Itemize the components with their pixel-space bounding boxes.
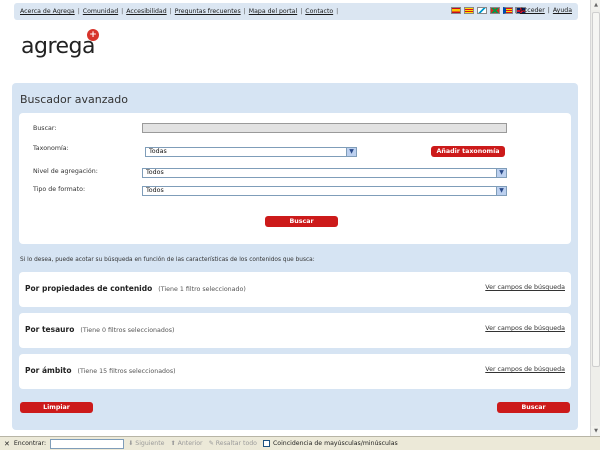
match-case-checkbox[interactable] [262, 440, 270, 447]
bottom-search-button[interactable]: Buscar [497, 402, 570, 413]
filter-title: Por ámbito (Tiene 15 filtros seleccionado… [25, 366, 176, 375]
search-form: Buscar: Taxonomía: Todas ▼ Añadir taxono… [19, 113, 571, 244]
logo-plus-icon: + [87, 29, 99, 41]
separator: | [121, 8, 124, 15]
taxonomia-label: Taxonomía: [33, 145, 69, 152]
filter-row-tesauro: Por tesauro (Tiene 0 filtros seleccionado… [19, 313, 571, 348]
flag-ca-icon[interactable] [464, 7, 474, 14]
find-label: Encontrar: [13, 440, 47, 447]
vertical-scrollbar[interactable]: ▲ ▼ [590, 0, 600, 436]
agrega-logo[interactable]: agrega [21, 34, 96, 59]
link-accesibilidad[interactable]: Accesibilidad [126, 8, 166, 15]
formato-select[interactable]: Todos ▼ [142, 186, 507, 196]
nivel-label: Nivel de agregación: [33, 168, 98, 175]
filter-count: (Tiene 0 filtros seleccionados) [80, 327, 175, 334]
link-mapa[interactable]: Mapa del portal [249, 8, 297, 15]
separator: | [243, 8, 246, 15]
separator: | [77, 8, 80, 15]
flag-es-icon[interactable] [451, 7, 461, 14]
find-input[interactable] [50, 438, 125, 449]
filter-count: (Tiene 15 filtros seleccionados) [77, 368, 176, 375]
scroll-thumb[interactable] [592, 12, 600, 367]
separator: | [300, 8, 303, 15]
separator: | [514, 7, 517, 14]
top-navigation-bar: Acerca de Agrega | Comunidad | Accesibilid… [14, 3, 578, 20]
separator: | [169, 8, 172, 15]
formato-label: Tipo de formato: [33, 186, 86, 193]
scroll-up-icon[interactable]: ▲ [591, 0, 600, 10]
match-case-label: Coincidencia de mayúsculas/minúsculas [272, 440, 398, 447]
arrow-up-icon: ⬆ [170, 440, 178, 447]
separator: | [547, 7, 550, 14]
top-links: Acerca de Agrega | Comunidad | Accesibilid… [20, 8, 341, 15]
filter-title-text: Por tesauro [25, 325, 75, 334]
taxonomia-select[interactable]: Todas ▼ [145, 147, 357, 157]
separator: | [336, 8, 339, 15]
top-links-right: | Acceder | Ayuda [512, 7, 572, 14]
filter-title-text: Por propiedades de contenido [25, 284, 153, 293]
link-ayuda[interactable]: Ayuda [553, 7, 572, 14]
chevron-down-icon: ▼ [496, 187, 506, 195]
clear-button[interactable]: Limpiar [20, 402, 93, 413]
link-contacto[interactable]: Contacto [305, 8, 333, 15]
view-fields-link[interactable]: Ver campos de búsqueda [485, 366, 565, 373]
flag-gl-icon[interactable] [477, 7, 487, 14]
link-comunidad[interactable]: Comunidad [83, 8, 118, 15]
link-acceder[interactable]: Acceder [520, 7, 545, 14]
formato-value: Todos [146, 187, 164, 194]
nivel-value: Todos [146, 169, 164, 176]
find-prev-label: Anterior [177, 440, 203, 447]
find-next-label: Siguiente [135, 440, 165, 447]
search-input[interactable] [142, 123, 507, 133]
link-preguntas[interactable]: Preguntas frecuentes [175, 8, 241, 15]
filter-title: Por tesauro (Tiene 0 filtros seleccionado… [25, 325, 174, 334]
view-fields-link[interactable]: Ver campos de búsqueda [485, 284, 565, 291]
buscar-label: Buscar: [33, 125, 57, 132]
filter-title: Por propiedades de contenido (Tiene 1 fil… [25, 284, 246, 293]
panel-title: Buscador avanzado [20, 93, 128, 106]
scroll-down-icon[interactable]: ▼ [591, 426, 600, 436]
find-next-button[interactable]: ⬇ Siguiente [128, 440, 164, 447]
filter-row-ambito: Por ámbito (Tiene 15 filtros seleccionado… [19, 354, 571, 389]
refine-hint: Si lo desea, puede acotar su búsqueda en… [20, 257, 315, 263]
chevron-down-icon: ▼ [496, 169, 506, 177]
highlight-icon: ✎ [208, 440, 216, 447]
nivel-select[interactable]: Todos ▼ [142, 168, 507, 178]
view-fields-link[interactable]: Ver campos de búsqueda [485, 325, 565, 332]
filter-count: (Tiene 1 filtro seleccionado) [158, 286, 246, 293]
flag-eu-icon[interactable] [490, 7, 500, 14]
find-prev-button[interactable]: ⬆ Anterior [170, 440, 202, 447]
search-button[interactable]: Buscar [265, 216, 338, 227]
highlight-label: Resaltar todo [215, 440, 257, 447]
find-bar: ✕ Encontrar: ⬇ Siguiente ⬆ Anterior ✎ Re… [0, 436, 600, 450]
filter-title-text: Por ámbito [25, 366, 72, 375]
highlight-all-button[interactable]: ✎ Resaltar todo [209, 440, 257, 447]
chevron-down-icon: ▼ [346, 148, 356, 156]
taxonomia-value: Todas [149, 148, 167, 155]
close-icon[interactable]: ✕ [4, 440, 10, 448]
add-taxonomy-button[interactable]: Añadir taxonomía [431, 146, 505, 157]
filter-row-propiedades: Por propiedades de contenido (Tiene 1 fil… [19, 272, 571, 307]
advanced-search-panel: Buscador avanzado Buscar: Taxonomía: Tod… [12, 83, 578, 430]
link-acerca[interactable]: Acerca de Agrega [20, 8, 75, 15]
